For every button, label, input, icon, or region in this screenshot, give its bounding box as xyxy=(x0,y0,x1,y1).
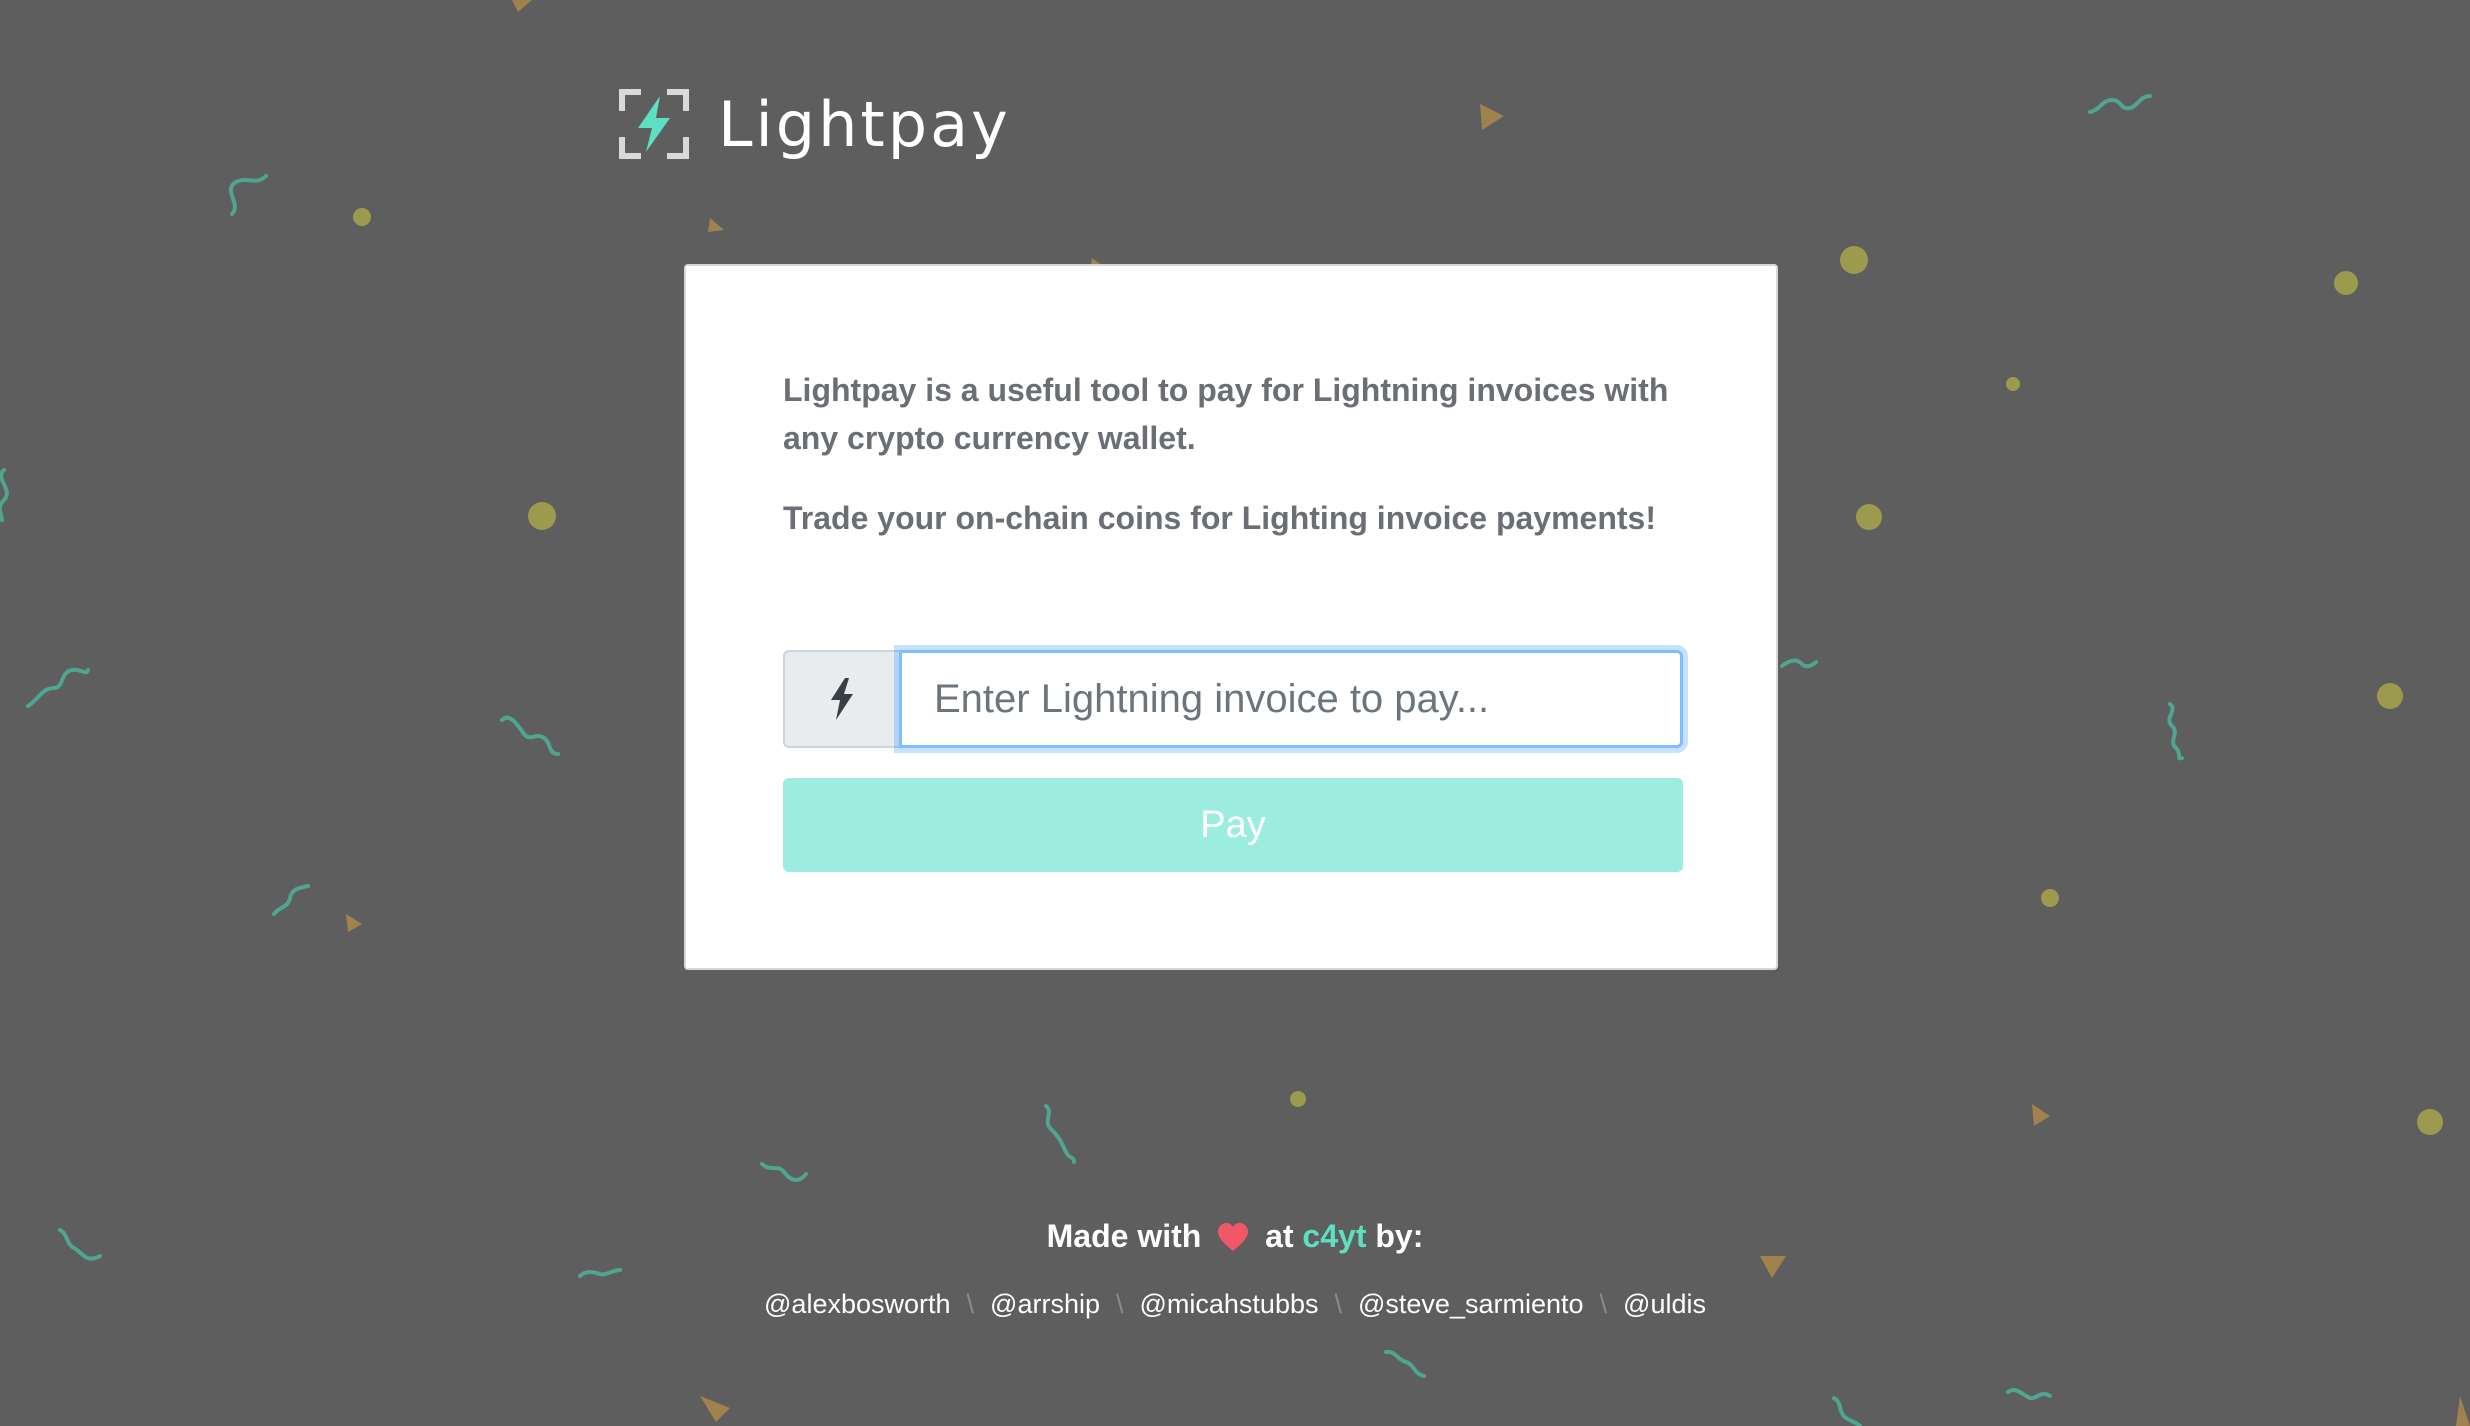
page: Lightpay Lightpay is a useful tool to pa… xyxy=(0,0,2470,1426)
confetti-dot xyxy=(353,208,371,226)
contributor-link[interactable]: @micahstubbs xyxy=(1140,1289,1319,1319)
confetti-triangle xyxy=(1480,104,1504,130)
confetti-dot xyxy=(2006,377,2020,391)
confetti-squiggle xyxy=(578,1268,622,1278)
pay-button[interactable]: Pay xyxy=(783,778,1683,872)
confetti-squiggle xyxy=(2088,94,2152,114)
contributor-link[interactable]: @arrship xyxy=(990,1289,1100,1319)
confetti-triangle xyxy=(2456,1396,2470,1426)
intro-paragraph: Lightpay is a useful tool to pay for Lig… xyxy=(783,372,1669,456)
confetti-squiggle xyxy=(272,884,310,916)
confetti-dot xyxy=(528,502,556,530)
pay-card: Lightpay is a useful tool to pay for Lig… xyxy=(684,264,1778,970)
brand[interactable]: Lightpay xyxy=(618,84,1011,164)
footer-credit: Made with at c4yt by: xyxy=(0,1212,2470,1265)
confetti-squiggle xyxy=(760,1162,808,1182)
lightning-scan-icon xyxy=(618,88,690,160)
at-text: at xyxy=(1265,1218,1294,1254)
invoice-input-group xyxy=(783,650,1683,748)
contributor-link[interactable]: @alexbosworth xyxy=(764,1289,951,1319)
confetti-dot xyxy=(2417,1109,2443,1135)
made-with-text: Made with xyxy=(1046,1218,1202,1254)
brand-name: Lightpay xyxy=(718,87,1011,161)
contributor-links: @alexbosworth \ @arrship \ @micahstubbs \ @ste… xyxy=(0,1284,2470,1324)
confetti-squiggle xyxy=(1044,1104,1076,1164)
heart-icon xyxy=(1216,1217,1250,1265)
link-separator: \ xyxy=(1334,1289,1342,1319)
intro-paragraph-secondary: Trade your on-chain coins for Lighting i… xyxy=(783,500,1656,536)
confetti-squiggle xyxy=(1384,1349,1426,1378)
confetti-squiggle xyxy=(1780,658,1818,669)
invoice-input[interactable] xyxy=(899,650,1683,748)
org-link[interactable]: c4yt xyxy=(1302,1218,1366,1254)
confetti-squiggle xyxy=(228,174,268,216)
confetti-triangle xyxy=(2032,1104,2050,1126)
confetti-squiggle xyxy=(2167,702,2184,761)
contributor-link[interactable]: @uldis xyxy=(1623,1289,1706,1319)
confetti-dot xyxy=(2377,683,2403,709)
confetti-dot xyxy=(1840,246,1868,274)
confetti-squiggle xyxy=(1832,1396,1862,1426)
confetti-squiggle xyxy=(2006,1388,2052,1401)
contributor-link[interactable]: @steve_sarmiento xyxy=(1358,1289,1584,1319)
confetti-squiggle xyxy=(26,667,90,708)
confetti-dot xyxy=(2041,889,2059,907)
confetti-squiggle xyxy=(0,468,9,522)
link-separator: \ xyxy=(1115,1289,1124,1319)
link-separator: \ xyxy=(1599,1289,1608,1319)
by-text: by: xyxy=(1375,1218,1424,1254)
confetti-dot xyxy=(1290,1091,1306,1107)
confetti-triangle xyxy=(346,914,362,932)
link-separator: \ xyxy=(966,1289,975,1319)
lightning-bolt-icon xyxy=(783,650,899,748)
confetti-dot xyxy=(1856,504,1882,530)
confetti-triangle xyxy=(700,1396,730,1422)
confetti-triangle xyxy=(708,218,724,232)
confetti-squiggle xyxy=(500,715,560,756)
confetti-triangle xyxy=(512,0,532,12)
confetti-dot xyxy=(2334,271,2358,295)
